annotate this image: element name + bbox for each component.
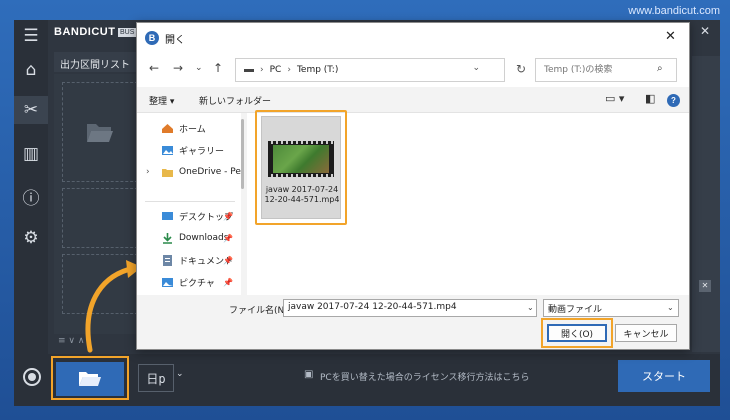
drop-zone[interactable] bbox=[62, 82, 138, 182]
license-link[interactable]: PCを買い替えた場合のライセンス移行方法はこちら bbox=[320, 370, 530, 383]
watermark: www.bandicut.com bbox=[628, 5, 720, 17]
nav-item-label: Downloads bbox=[179, 233, 229, 243]
address-bar[interactable]: › PC › Temp (T:) ⌄ ↻ bbox=[235, 58, 526, 82]
panel-title: 出力区間リスト bbox=[54, 52, 146, 72]
up-arrow-icon[interactable]: ↑ bbox=[213, 61, 223, 75]
chevron-right-icon: › bbox=[260, 65, 264, 75]
refresh-icon[interactable]: ↻ bbox=[516, 62, 526, 76]
breadcrumb-temp[interactable]: Temp (T:) bbox=[297, 65, 338, 75]
search-input[interactable] bbox=[535, 58, 677, 82]
scrollbar[interactable] bbox=[241, 119, 244, 189]
drive-icon bbox=[244, 68, 254, 72]
download-icon bbox=[163, 232, 172, 244]
dialog-title: 開く bbox=[165, 35, 185, 46]
document-icon bbox=[163, 254, 172, 266]
chevron-right-icon[interactable]: › bbox=[146, 167, 150, 177]
nav-item-label: OneDrive - Pers bbox=[179, 167, 241, 177]
nav-item-gallery[interactable]: ギャラリー bbox=[137, 139, 241, 161]
close-icon[interactable]: ✕ bbox=[665, 29, 676, 44]
dialog-footer: ファイル名(N): javaw 2017-07-24 12-20-44-571.… bbox=[137, 295, 689, 349]
forward-arrow-icon[interactable]: → bbox=[173, 61, 183, 75]
new-folder-button[interactable]: 新しいフォルダー bbox=[199, 94, 271, 107]
chevron-down-icon[interactable]: ⌄ bbox=[667, 303, 674, 312]
dialog-titlebar: B 開く ✕ bbox=[137, 23, 689, 53]
picture-icon bbox=[162, 277, 173, 287]
home-icon[interactable]: ⌂ bbox=[14, 56, 48, 84]
nav-item-label: ピクチャ bbox=[179, 278, 215, 289]
start-button[interactable]: スタート bbox=[618, 360, 710, 392]
open-button[interactable]: 開く(O) bbox=[547, 324, 607, 342]
preview-pane-icon[interactable]: ◧ bbox=[645, 92, 655, 105]
chevron-right-icon: › bbox=[287, 65, 291, 75]
pin-icon[interactable]: 📌 bbox=[223, 278, 233, 287]
app-brand: BANDICUT bbox=[54, 26, 116, 38]
nav-item-downloads[interactable]: Downloads 📌 bbox=[137, 227, 241, 249]
help-icon[interactable]: ? bbox=[667, 94, 680, 107]
pin-icon[interactable]: 📌 bbox=[223, 234, 233, 243]
video-thumbnail bbox=[268, 141, 334, 177]
open-file-dialog: B 開く ✕ ← → ⌄ ↑ › PC › Temp (T:) ⌄ ↻ ⌕ 整理… bbox=[136, 22, 690, 350]
chevron-down-icon[interactable]: ⌄ bbox=[176, 369, 184, 379]
info-icon[interactable]: ⓘ bbox=[14, 182, 48, 210]
thumbnail-image bbox=[273, 145, 329, 173]
folder-icon bbox=[162, 168, 173, 177]
nav-item-label: ギャラリー bbox=[179, 146, 225, 157]
organize-label: 整理 bbox=[149, 97, 168, 107]
app-close-icon[interactable]: ✕ bbox=[700, 24, 710, 38]
nav-item-home[interactable]: ホーム bbox=[137, 117, 241, 139]
drop-zone bbox=[62, 188, 138, 248]
file-list: javaw 2017-07-24 12-20-44-571.mp4 bbox=[247, 110, 689, 295]
breadcrumb-pc[interactable]: PC bbox=[270, 65, 282, 75]
pin-icon[interactable]: 📌 bbox=[223, 212, 233, 221]
open-button-highlight bbox=[51, 356, 129, 400]
file-item[interactable]: javaw 2017-07-24 12-20-44-571.mp4 bbox=[261, 116, 341, 219]
brand-badge: BUS bbox=[118, 28, 137, 37]
record-icon[interactable] bbox=[23, 368, 41, 386]
navigation-bar: ← → ⌄ ↑ › PC › Temp (T:) ⌄ ↻ ⌕ bbox=[137, 53, 689, 87]
file-name: javaw 2017-07-24 12-20-44-571.mp4 bbox=[264, 185, 340, 204]
pin-icon[interactable]: 📌 bbox=[223, 256, 233, 265]
chevron-down-icon[interactable]: ⌄ bbox=[472, 63, 480, 73]
gallery-icon bbox=[162, 145, 173, 155]
command-bar: 整理 ▾ 新しいフォルダー ▭ ▾ ◧ ? bbox=[137, 87, 689, 113]
nav-item-desktop[interactable]: デスクトップ 📌 bbox=[137, 205, 241, 227]
home-icon bbox=[162, 123, 173, 133]
app-sidebar: ☰ ⌂ ✂ ▥ ⓘ ⚙ bbox=[14, 20, 48, 406]
filetype-select[interactable]: 動画ファイル bbox=[543, 299, 679, 317]
chevron-down-icon[interactable]: ⌄ bbox=[195, 63, 203, 73]
chevron-down-icon[interactable]: ⌄ bbox=[527, 303, 534, 312]
organize-menu[interactable]: 整理 ▾ bbox=[149, 94, 174, 107]
view-icon[interactable]: ▭ ▾ bbox=[605, 92, 624, 105]
chat-icon: ▣ bbox=[304, 369, 314, 380]
nav-item-pictures[interactable]: ピクチャ 📌 bbox=[137, 271, 241, 293]
preview-area bbox=[692, 56, 720, 352]
folder-open-icon bbox=[87, 124, 113, 142]
nav-item-onedrive[interactable]: › OneDrive - Pers bbox=[137, 161, 241, 183]
gear-icon[interactable]: ⚙ bbox=[14, 224, 48, 252]
nav-item-label: ホーム bbox=[179, 124, 206, 135]
film-strip bbox=[268, 141, 334, 144]
filename-input[interactable]: javaw 2017-07-24 12-20-44-571.mp4 bbox=[283, 299, 537, 317]
nav-item-documents[interactable]: ドキュメント 📌 bbox=[137, 249, 241, 271]
search-icon[interactable]: ⌕ bbox=[657, 63, 663, 74]
close-icon[interactable]: ✕ bbox=[699, 280, 711, 292]
filename-label: ファイル名(N): bbox=[229, 306, 291, 316]
menu-icon[interactable]: ☰ bbox=[14, 22, 48, 50]
format-button[interactable]: 日p bbox=[138, 364, 174, 392]
navigation-pane: ホーム ギャラリー › OneDrive - Pers デスクトップ 📌 Dow… bbox=[137, 113, 241, 295]
desktop-icon bbox=[162, 211, 173, 220]
back-arrow-icon[interactable]: ← bbox=[149, 61, 159, 75]
film-strip bbox=[268, 174, 334, 177]
cut-icon[interactable]: ✂ bbox=[14, 96, 48, 124]
merge-icon[interactable]: ▥ bbox=[14, 140, 48, 168]
bottom-toolbar: 日p ⌄ ▣ PCを買い替えた場合のライセンス移行方法はこちら スタート bbox=[14, 354, 720, 406]
cancel-button[interactable]: キャンセル bbox=[615, 324, 677, 342]
app-logo-icon: B bbox=[145, 31, 159, 45]
nav-divider bbox=[145, 201, 235, 202]
